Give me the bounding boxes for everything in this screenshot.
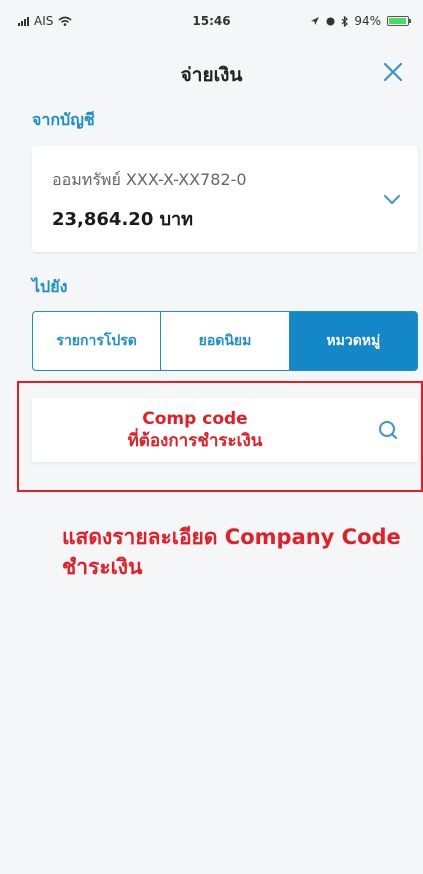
company-code-search[interactable]: Comp code ที่ต้องการชำระเงิน (32, 398, 418, 462)
search-placeholder: Comp code ที่ต้องการชำระเงิน (32, 408, 358, 452)
chevron-down-icon[interactable] (380, 189, 404, 209)
title-bar: จ่ายเงิน (0, 52, 423, 92)
battery-percent: 94% (354, 14, 381, 28)
search-placeholder-line1: Comp code (142, 409, 248, 429)
close-icon[interactable] (377, 56, 409, 88)
to-label: ไปยัง (32, 277, 68, 296)
tab-popular[interactable]: ยอดนิยม (161, 312, 290, 370)
status-right: 94% (310, 14, 411, 28)
page-title: จ่ายเงิน (180, 64, 243, 86)
search-placeholder-line2: ที่ต้องการชำระเงิน (127, 431, 263, 451)
tab-favorites[interactable]: รายการโปรด (33, 312, 162, 370)
battery-fill (389, 18, 406, 24)
annotation-text: แสดงรายละเอียด Company Code ชำระเงิน (62, 525, 401, 579)
from-account-label: จากบัญชี (32, 110, 95, 129)
status-bar: AIS 15:46 94% (0, 0, 423, 40)
tab-category[interactable]: หมวดหมู่ (289, 312, 417, 370)
alarm-icon (326, 17, 335, 25)
payee-tabs: รายการโปรด ยอดนิยม หมวดหมู่ (32, 311, 418, 371)
location-arrow-icon (311, 17, 320, 25)
account-balance: 23,864.20 บาท (52, 209, 194, 230)
account-name: ออมทรัพย์ XXX-X-XX782-0 (52, 170, 247, 189)
bluetooth-icon (341, 15, 349, 27)
account-selector[interactable]: ออมทรัพย์ XXX-X-XX782-0 23,864.20 บาท (32, 146, 418, 252)
battery-icon (387, 16, 411, 26)
search-icon[interactable] (376, 418, 400, 442)
